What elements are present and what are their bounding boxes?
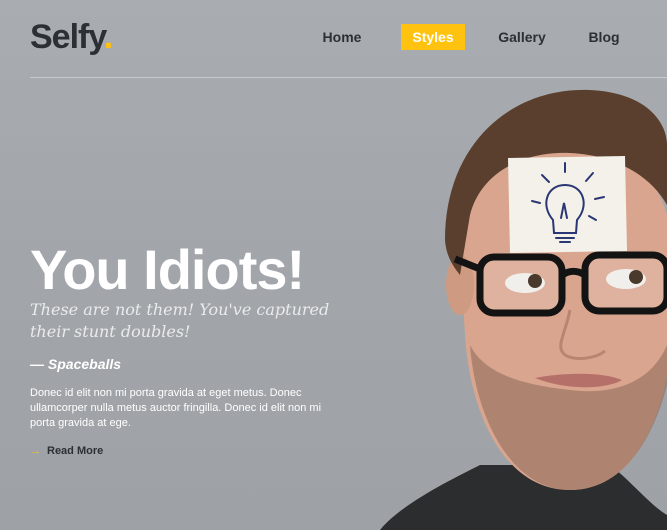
sticky-note (508, 156, 627, 253)
hero-subtitle: These are not them! You've captured thei… (30, 300, 330, 341)
nav-item-styles[interactable]: Styles (401, 24, 465, 50)
hero-title: You Idiots! (30, 238, 305, 301)
hero-quote-attribution: — Spaceballs (30, 356, 122, 372)
hero-person-image (380, 89, 667, 530)
nav-item-home[interactable]: Home (320, 24, 364, 50)
read-more-label: Read More (47, 445, 104, 457)
hero-body-text: Donec id elit non mi porta gravida at eg… (30, 387, 322, 429)
read-more-link[interactable]: → Read More (30, 445, 103, 457)
arrow-icon: → (30, 445, 41, 457)
nav-item-blog[interactable]: Blog (586, 24, 622, 50)
header-divider (30, 77, 667, 78)
main-nav: Home Styles Gallery Blog (0, 24, 667, 50)
nav-item-gallery[interactable]: Gallery (498, 24, 546, 50)
